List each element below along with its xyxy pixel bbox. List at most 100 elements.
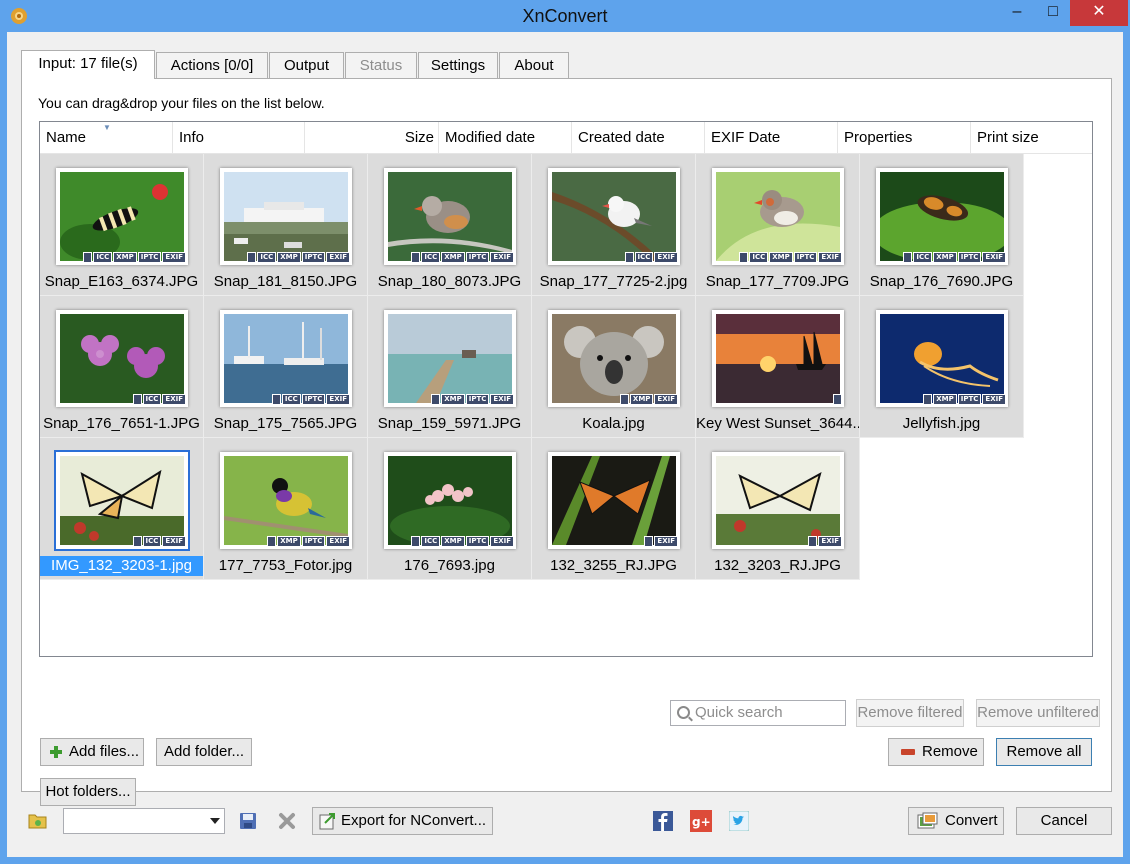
file-type-badge: [739, 252, 749, 263]
file-thumbnail-item[interactable]: ICC XMP IPTC EXIF Snap_177_7709.JPG: [696, 154, 860, 296]
file-thumbnail-item[interactable]: ICC IPTC EXIF Snap_175_7565.JPG: [204, 296, 368, 438]
badge-exif: EXIF: [326, 252, 350, 263]
file-thumbnail-item[interactable]: XMP IPTC EXIF Jellyfish.jpg: [860, 296, 1024, 438]
badge-exif: EXIF: [654, 536, 678, 547]
file-thumbnail-item[interactable]: XMP EXIF Koala.jpg: [532, 296, 696, 438]
badge-iptc: IPTC: [465, 252, 490, 263]
file-thumbnail-item[interactable]: Key West Sunset_3644...: [696, 296, 860, 438]
file-thumbnail-item[interactable]: ICC EXIF IMG_132_3203-1.jpg: [40, 438, 204, 580]
badge-icc: ICC: [749, 252, 769, 263]
file-thumbnail-item[interactable]: ICC XMP IPTC EXIF 176_7693.jpg: [368, 438, 532, 580]
metadata-badges: XMP EXIF: [619, 394, 678, 405]
hot-folders-button[interactable]: Hot folders...: [40, 778, 136, 806]
badge-exif: EXIF: [490, 252, 514, 263]
purple-orchids-image: [60, 314, 184, 403]
metadata-badges: ICC EXIF: [132, 394, 186, 405]
facebook-icon[interactable]: [653, 811, 673, 831]
file-name-label: Snap_181_8150.JPG: [213, 273, 358, 290]
badge-exif: EXIF: [654, 252, 678, 263]
maximize-button[interactable]: □: [1032, 0, 1074, 26]
badge-icc: ICC: [913, 252, 933, 263]
badge-exif: EXIF: [818, 252, 842, 263]
column-size[interactable]: Size: [305, 122, 439, 153]
add-folder-button[interactable]: Add folder...: [156, 738, 252, 766]
quick-search-input[interactable]: Quick search: [670, 700, 846, 726]
badge-exif: EXIF: [982, 394, 1006, 405]
file-name-label: Snap_176_7651-1.JPG: [43, 415, 200, 432]
thumbnail-image: XMP IPTC EXIF: [220, 452, 352, 549]
file-thumbnail-item[interactable]: ICC EXIF Snap_177_7725-2.jpg: [532, 154, 696, 296]
badge-exif: EXIF: [818, 536, 842, 547]
badge-exif: EXIF: [982, 252, 1006, 263]
jellyfish-image: [880, 314, 1004, 403]
column-exif-date[interactable]: EXIF Date: [705, 122, 838, 153]
badge-xmp: XMP: [113, 252, 137, 263]
cancel-button[interactable]: Cancel: [1016, 807, 1112, 835]
tab-actions[interactable]: Actions [0/0]: [156, 52, 268, 78]
minus-icon: [901, 749, 915, 755]
close-button[interactable]: ✕: [1070, 0, 1128, 26]
metadata-badges: ICC XMP IPTC EXIF: [411, 252, 514, 263]
badge-exif: EXIF: [490, 536, 514, 547]
thumbnail-image: ICC EXIF: [548, 168, 680, 265]
convert-button[interactable]: Convert: [908, 807, 1004, 835]
twitter-icon[interactable]: [729, 811, 749, 831]
file-thumbnail-item[interactable]: ICC EXIF Snap_176_7651-1.JPG: [40, 296, 204, 438]
koala-image: [552, 314, 676, 403]
delete-icon[interactable]: [278, 812, 296, 830]
remove-all-button[interactable]: Remove all: [996, 738, 1092, 766]
cruise-ship-harbor-image: [224, 172, 348, 261]
preset-dropdown[interactable]: [63, 808, 225, 834]
column-header: Name ▼ Info Size Modified date Created d…: [40, 122, 1092, 154]
file-name-label: Snap_180_8073.JPG: [377, 273, 522, 290]
sunset-ship-image: [716, 314, 840, 403]
file-name-label: Snap_176_7690.JPG: [869, 273, 1014, 290]
column-info[interactable]: Info: [173, 122, 305, 153]
metadata-badges: EXIF: [808, 536, 842, 547]
remove-button[interactable]: Remove: [888, 738, 984, 766]
tab-output[interactable]: Output: [269, 52, 344, 78]
column-modified-date[interactable]: Modified date: [439, 122, 572, 153]
badge-iptc: IPTC: [465, 394, 490, 405]
file-name-label: 176_7693.jpg: [404, 557, 495, 574]
file-thumbnail-item[interactable]: XMP IPTC EXIF Snap_159_5971.JPG: [368, 296, 532, 438]
column-properties[interactable]: Properties: [838, 122, 971, 153]
badge-xmp: XMP: [629, 394, 654, 405]
file-name-label: Koala.jpg: [582, 415, 645, 432]
file-thumbnail-item[interactable]: ICC XMP IPTC EXIF Snap_E163_6374.JPG: [40, 154, 204, 296]
open-folder-icon[interactable]: [28, 812, 48, 830]
badge-icc: ICC: [257, 252, 277, 263]
zebra-finch-image: [716, 172, 840, 261]
tab-input[interactable]: Input: 17 file(s): [21, 50, 155, 79]
file-type-badge: [271, 394, 281, 405]
tab-status[interactable]: Status: [345, 52, 417, 78]
file-thumbnail-item[interactable]: XMP IPTC EXIF 177_7753_Fotor.jpg: [204, 438, 368, 580]
badge-iptc: IPTC: [137, 252, 162, 263]
input-panel: You can drag&drop your files on the list…: [21, 78, 1112, 806]
file-name-label: IMG_132_3203-1.jpg: [40, 556, 203, 576]
convert-label: Convert: [945, 812, 998, 829]
add-files-button[interactable]: Add files...: [40, 738, 144, 766]
save-icon[interactable]: [239, 812, 257, 830]
badge-iptc: IPTC: [301, 252, 326, 263]
finch-bird-image: [388, 172, 512, 261]
column-created-date[interactable]: Created date: [572, 122, 705, 153]
remove-filtered-button[interactable]: Remove filtered: [856, 699, 964, 727]
tab-settings[interactable]: Settings: [418, 52, 498, 78]
file-type-badge: [247, 252, 257, 263]
file-thumbnail-item[interactable]: EXIF 132_3203_RJ.JPG: [696, 438, 860, 580]
file-list[interactable]: Name ▼ Info Size Modified date Created d…: [39, 121, 1093, 657]
google-plus-icon[interactable]: g+: [690, 810, 712, 832]
file-thumbnail-item[interactable]: ICC XMP IPTC EXIF Snap_180_8073.JPG: [368, 154, 532, 296]
file-thumbnail-item[interactable]: EXIF 132_3255_RJ.JPG: [532, 438, 696, 580]
badge-exif: EXIF: [326, 536, 350, 547]
file-thumbnail-item[interactable]: ICC XMP IPTC EXIF Snap_176_7690.JPG: [860, 154, 1024, 296]
badge-iptc: IPTC: [301, 394, 326, 405]
remove-unfiltered-button[interactable]: Remove unfiltered: [976, 699, 1100, 727]
badge-xmp: XMP: [769, 252, 793, 263]
file-thumbnail-item[interactable]: ICC XMP IPTC EXIF Snap_181_8150.JPG: [204, 154, 368, 296]
column-print-size[interactable]: Print size: [971, 122, 1092, 153]
tab-about[interactable]: About: [499, 52, 569, 78]
title-bar[interactable]: XnConvert – □ ✕: [0, 0, 1130, 32]
export-nconvert-button[interactable]: Export for NConvert...: [312, 807, 493, 835]
